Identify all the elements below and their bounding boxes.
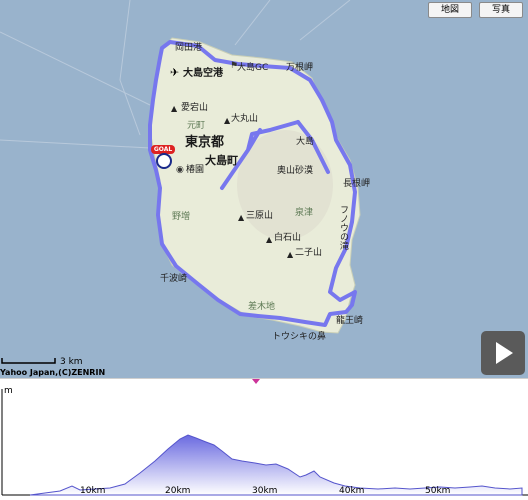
map-mode-button[interactable]: 地図 bbox=[428, 2, 472, 18]
label-nomashi: 野増 bbox=[172, 212, 191, 222]
label-toushiki: トウシキの鼻 bbox=[272, 332, 327, 342]
ferry-line bbox=[119, 0, 141, 136]
goal-ring bbox=[156, 153, 172, 169]
play-button[interactable] bbox=[481, 331, 525, 375]
label-oshima-north: 大島 bbox=[296, 137, 315, 147]
label-nagane: 長根岬 bbox=[343, 179, 371, 189]
label-senzu: 千波崎 bbox=[160, 274, 188, 284]
elevation-chart bbox=[1, 389, 528, 496]
ferry-line bbox=[0, 139, 151, 149]
peak-icon: ▲ bbox=[238, 213, 245, 222]
goal-marker-icon[interactable]: GOAL bbox=[151, 145, 175, 171]
label-omaruyama: 大丸山 bbox=[231, 114, 259, 124]
tick-label: 10km bbox=[80, 486, 106, 496]
label-golf: 大島GC bbox=[237, 63, 269, 73]
label-izumitsu: 泉津 bbox=[295, 208, 314, 218]
ferry-line bbox=[234, 0, 271, 46]
peak-icon: ▲ bbox=[287, 250, 294, 259]
map-copyright: Yahoo Japan,(C)ZENRIN bbox=[0, 368, 106, 377]
map-view[interactable]: 地図 写真 岡田港 ✈ 大島空港 ⚑ 大島GC 万根岬 ▲ 愛宕山 元町 ▲ 大… bbox=[0, 0, 528, 378]
label-tokyo: 東京都 bbox=[185, 135, 225, 150]
label-tsubaki: 椿園 bbox=[186, 165, 205, 175]
label-fuganotaki: フノウの滝 bbox=[338, 205, 348, 250]
peak-icon: ▲ bbox=[266, 235, 273, 244]
elevation-profile[interactable]: m 10km 20km 30km 40km 50km bbox=[0, 385, 528, 500]
label-manteisaki: 万根岬 bbox=[286, 63, 314, 73]
peak-icon: ▲ bbox=[224, 116, 231, 125]
label-okuyama-sabaku: 奥山砂漠 bbox=[277, 166, 314, 176]
scale-bar bbox=[1, 358, 56, 364]
elevation-unit: m bbox=[4, 386, 13, 396]
label-okata: 岡田港 bbox=[175, 43, 203, 53]
label-airport: 大島空港 bbox=[183, 68, 223, 79]
map-canvas[interactable] bbox=[0, 0, 528, 378]
divider-handle-icon[interactable] bbox=[252, 379, 260, 384]
route-viewer: { "map": { "buttons": { "map": "地図", "ph… bbox=[0, 0, 528, 500]
tick-label: 20km bbox=[165, 486, 191, 496]
pane-divider[interactable] bbox=[0, 378, 528, 385]
airplane-icon: ✈ bbox=[170, 66, 180, 79]
play-icon bbox=[496, 342, 513, 364]
photo-mode-button[interactable]: 写真 bbox=[479, 2, 523, 18]
label-shiraishi: 白石山 bbox=[274, 233, 302, 243]
label-atagoyama: 愛宕山 bbox=[181, 103, 209, 113]
scale-label: 3 km bbox=[60, 357, 83, 367]
peak-icon: ▲ bbox=[171, 104, 178, 113]
tick-label: 30km bbox=[252, 486, 278, 496]
label-futagoyama: 二子山 bbox=[295, 248, 323, 258]
label-sashikiji: 差木地 bbox=[248, 302, 276, 312]
ferry-line bbox=[299, 0, 351, 41]
label-motomachi: 元町 bbox=[187, 121, 206, 131]
ferry-line bbox=[0, 31, 151, 106]
tick-label: 40km bbox=[339, 486, 365, 496]
tsubaki-icon: ◉ bbox=[176, 165, 184, 175]
tick-label: 50km bbox=[425, 486, 451, 496]
label-oshima-town: 大島町 bbox=[205, 154, 238, 167]
label-habu: 龍王崎 bbox=[336, 316, 364, 326]
label-mihara: 三原山 bbox=[246, 211, 274, 221]
